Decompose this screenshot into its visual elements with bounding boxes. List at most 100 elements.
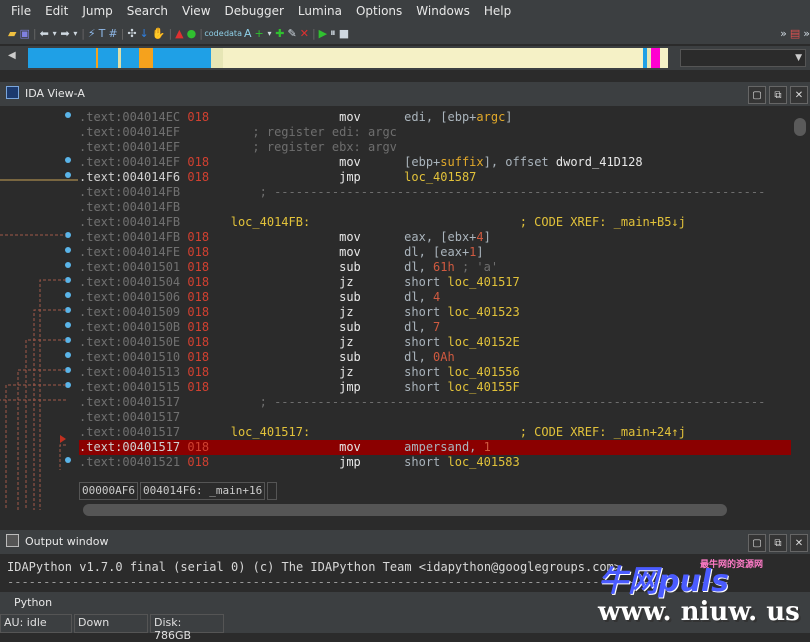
listing-line[interactable]: .text:00401513 018 jz short loc_401556: [79, 365, 791, 380]
jump-icon[interactable]: ↓: [140, 25, 149, 41]
ascii-icon[interactable]: A: [244, 25, 252, 41]
separator: |: [199, 26, 203, 40]
scroll-thumb[interactable]: [794, 118, 806, 136]
ida-view-titlebar: IDA View-A ▢ ⧉ ✕: [0, 82, 810, 106]
menu-debugger[interactable]: Debugger: [218, 0, 291, 22]
address: .text:004014EF: [79, 140, 181, 154]
chevron-down-icon[interactable]: ▾: [52, 25, 58, 41]
address: .text:00401513: [79, 365, 181, 379]
menu-options[interactable]: Options: [349, 0, 409, 22]
stack-pointer: 018: [180, 455, 210, 469]
restore-button[interactable]: ⧉: [769, 86, 787, 104]
operand: short: [404, 275, 448, 289]
minimize-button[interactable]: ▢: [748, 86, 766, 104]
back-icon[interactable]: ⬅: [40, 25, 49, 41]
open-folder-icon[interactable]: ▰: [8, 25, 16, 41]
operand: loc_401556: [447, 365, 520, 379]
code-icon[interactable]: code: [204, 25, 223, 41]
operand: dl,: [404, 290, 434, 304]
minimize-button[interactable]: ▢: [748, 534, 766, 552]
plugin-icon[interactable]: ✣: [127, 25, 136, 41]
stop-icon[interactable]: ■: [339, 25, 349, 41]
listing-line[interactable]: .text:004014FB ; -----------------------…: [79, 185, 791, 200]
add-icon[interactable]: +: [255, 25, 264, 41]
listing-line[interactable]: .text:00401515 018 jmp short loc_40155F: [79, 380, 791, 395]
selected-instruction-line[interactable]: .text:00401517 018 mov ampersand, 1: [79, 440, 791, 455]
stack-pointer: 018: [180, 260, 210, 274]
address: .text:004014FB: [79, 215, 181, 229]
immediate-search-icon[interactable]: #: [108, 25, 117, 41]
text-search-icon[interactable]: T: [99, 25, 106, 41]
close-red-x-icon[interactable]: ✕: [300, 25, 309, 41]
forward-icon[interactable]: ➡: [60, 25, 69, 41]
operand: short: [404, 380, 448, 394]
scroll-thumb[interactable]: [83, 504, 727, 516]
close-button[interactable]: ✕: [790, 86, 808, 104]
binary-search-icon[interactable]: ⚡: [88, 25, 96, 41]
mnemonic: jmp: [209, 170, 405, 184]
play-icon[interactable]: ▶: [319, 25, 327, 41]
listing-line[interactable]: .text:004014FB: [79, 200, 791, 215]
menu-search[interactable]: Search: [120, 0, 175, 22]
operand: short: [404, 335, 448, 349]
chevron-down-icon[interactable]: ▾: [267, 25, 273, 41]
listing-line[interactable]: .text:00401517: [79, 410, 791, 425]
address: .text:00401509: [79, 305, 181, 319]
address: .text:00401510: [79, 350, 181, 364]
more-icon[interactable]: »: [780, 25, 787, 41]
listing-line[interactable]: .text:00401509 018 jz short loc_401523: [79, 305, 791, 320]
nav-combo-box[interactable]: ▼: [680, 49, 806, 67]
operand: 1: [483, 440, 491, 454]
listing-line[interactable]: .text:00401506 018 sub dl, 4: [79, 290, 791, 305]
listing-line[interactable]: .text:00401501 018 sub dl, 61h ; 'a': [79, 260, 791, 275]
menu-view[interactable]: View: [175, 0, 217, 22]
listing-line[interactable]: .text:0040150B 018 sub dl, 7: [79, 320, 791, 335]
disassembly-listing[interactable]: .text:004014EC 018 mov edi, [ebp+argc] .t…: [79, 110, 791, 480]
breakpoint-dot: [65, 247, 71, 253]
chevron-down-icon[interactable]: ▾: [73, 25, 79, 41]
operand: short: [404, 455, 448, 469]
run-green-circle-icon[interactable]: ●: [187, 25, 197, 41]
navigation-strip[interactable]: [28, 48, 668, 68]
warning-icon[interactable]: ▲: [175, 25, 183, 41]
listing-line[interactable]: .text:00401521 018 jmp short loc_401583: [79, 455, 791, 470]
listing-line[interactable]: .text:004014FE 018 mov dl, [eax+1]: [79, 245, 791, 260]
listing-line[interactable]: .text:00401517 loc_401517: ; CODE XREF: …: [79, 425, 791, 440]
listing-line[interactable]: .text:004014FB loc_4014FB: ; CODE XREF: …: [79, 215, 791, 230]
listing-line[interactable]: .text:004014F6 018 jmp loc_401587: [79, 170, 791, 185]
save-icon[interactable]: ▣: [19, 25, 29, 41]
vertical-scrollbar[interactable]: [791, 110, 810, 520]
listing-line[interactable]: .text:0040150E 018 jz short loc_40152E: [79, 335, 791, 350]
nav-left-arrow-icon[interactable]: ◀: [8, 50, 16, 61]
listing-line[interactable]: .text:004014EC 018 mov edi, [ebp+argc]: [79, 110, 791, 125]
menu-lumina[interactable]: Lumina: [291, 0, 349, 22]
menu-file[interactable]: File: [4, 0, 38, 22]
mnemonic: mov: [209, 155, 405, 169]
listing-line[interactable]: .text:00401504 018 jz short loc_401517: [79, 275, 791, 290]
close-button[interactable]: ✕: [790, 534, 808, 552]
listing-line[interactable]: .text:00401517 ; -----------------------…: [79, 395, 791, 410]
restore-button[interactable]: ⧉: [769, 534, 787, 552]
listing-line[interactable]: .text:004014EF ; register edi: argc: [79, 125, 791, 140]
mnemonic: jmp: [209, 455, 405, 469]
script-language-button[interactable]: Python: [14, 596, 52, 609]
listing-line[interactable]: .text:004014EF 018 mov [ebp+suffix], off…: [79, 155, 791, 170]
menu-help[interactable]: Help: [477, 0, 518, 22]
listing-line[interactable]: .text:004014FB 018 mov eax, [ebx+4]: [79, 230, 791, 245]
bookmarks-icon[interactable]: ▤: [790, 25, 800, 41]
edit-icon[interactable]: ✎: [288, 25, 297, 41]
listing-line[interactable]: .text:00401510 018 sub dl, 0Ah: [79, 350, 791, 365]
pause-icon[interactable]: ⏸: [330, 25, 336, 41]
address: .text:00401504: [79, 275, 181, 289]
more-icon[interactable]: »: [803, 25, 810, 41]
add-struct-icon[interactable]: ✚: [275, 25, 284, 41]
data-icon[interactable]: data: [224, 25, 242, 41]
toolbar: ▰ ▣ | ⬅ ▾ ➡ ▾ | ⚡ T # | ✣ ↓ ✋ | ▲ ● | co…: [0, 22, 810, 44]
menu-jump[interactable]: Jump: [75, 0, 119, 22]
horizontal-scrollbar[interactable]: [79, 502, 791, 518]
operand: ]: [476, 245, 484, 259]
menu-windows[interactable]: Windows: [409, 0, 477, 22]
hand-icon[interactable]: ✋: [152, 25, 166, 41]
menu-edit[interactable]: Edit: [38, 0, 75, 22]
listing-line[interactable]: .text:004014EF ; register ebx: argv: [79, 140, 791, 155]
